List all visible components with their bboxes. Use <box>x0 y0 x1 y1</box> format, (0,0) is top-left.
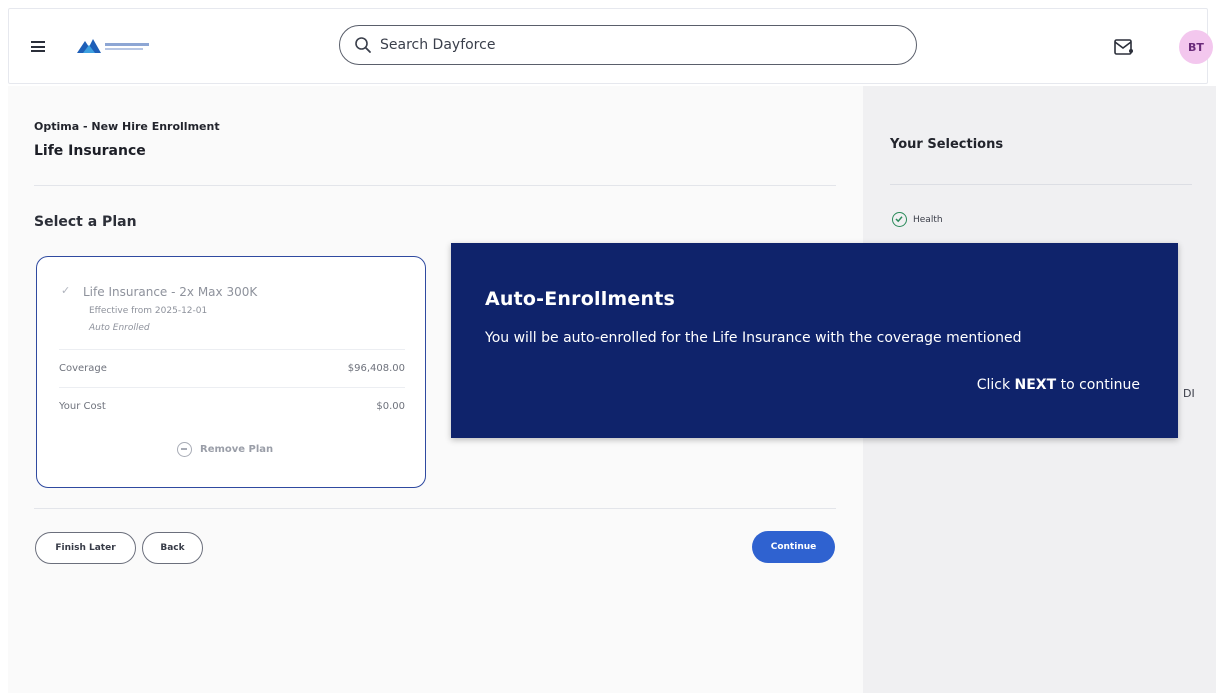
top-bar: BT <box>8 8 1213 84</box>
auto-enrollment-popover: Auto-Enrollments You will be auto-enroll… <box>451 243 1178 438</box>
coverage-row: Coverage $96,408.00 <box>59 349 405 385</box>
plan-name: Life Insurance - 2x Max 300K <box>83 285 258 299</box>
title-divider <box>34 185 836 186</box>
cost-row: Your Cost $0.00 <box>59 387 405 423</box>
check-circle-icon <box>892 212 907 227</box>
selections-divider <box>890 184 1192 185</box>
plan-card[interactable]: ✓ Life Insurance - 2x Max 300K Effective… <box>36 256 426 488</box>
search-icon <box>355 37 371 53</box>
section-title: Select a Plan <box>34 214 137 230</box>
mail-icon[interactable] <box>1113 37 1135 57</box>
minus-circle-icon <box>177 441 192 457</box>
continue-button[interactable]: Continue <box>752 531 835 563</box>
next-prefix: Click <box>976 377 1015 393</box>
back-button[interactable]: Back <box>142 532 203 564</box>
selections-title: Your Selections <box>890 137 1004 152</box>
selection-item-health: Health <box>892 212 943 227</box>
cost-label: Your Cost <box>59 401 106 412</box>
plan-status: Auto Enrolled <box>89 323 150 333</box>
plan-effective-date: Effective from 2025-12-01 <box>89 306 208 316</box>
user-avatar[interactable]: BT <box>1179 30 1213 64</box>
check-icon: ✓ <box>61 284 71 297</box>
selection-value-clipped: DI <box>1183 387 1195 400</box>
next-suffix: to continue <box>1056 377 1140 393</box>
next-word: NEXT <box>1014 377 1057 393</box>
remove-plan-label: Remove Plan <box>200 443 274 455</box>
cost-value: $0.00 <box>376 401 405 412</box>
finish-later-button[interactable]: Finish Later <box>35 532 136 564</box>
search-bar[interactable] <box>339 25 917 65</box>
remove-plan-button[interactable]: Remove Plan <box>177 439 273 459</box>
coverage-value: $96,408.00 <box>347 363 405 374</box>
popover-next-hint[interactable]: Click NEXT to continue <box>977 377 1140 393</box>
page-title: Life Insurance <box>34 143 146 159</box>
popover-body: You will be auto-enrolled for the Life I… <box>485 330 1022 346</box>
company-logo[interactable] <box>75 35 157 57</box>
footer-divider <box>34 508 836 509</box>
popover-title: Auto-Enrollments <box>485 288 676 310</box>
search-input[interactable] <box>380 34 900 56</box>
selection-item-label: Health <box>913 214 943 225</box>
coverage-label: Coverage <box>59 363 107 374</box>
breadcrumb: Optima - New Hire Enrollment <box>34 120 220 133</box>
menu-icon[interactable] <box>31 41 45 52</box>
